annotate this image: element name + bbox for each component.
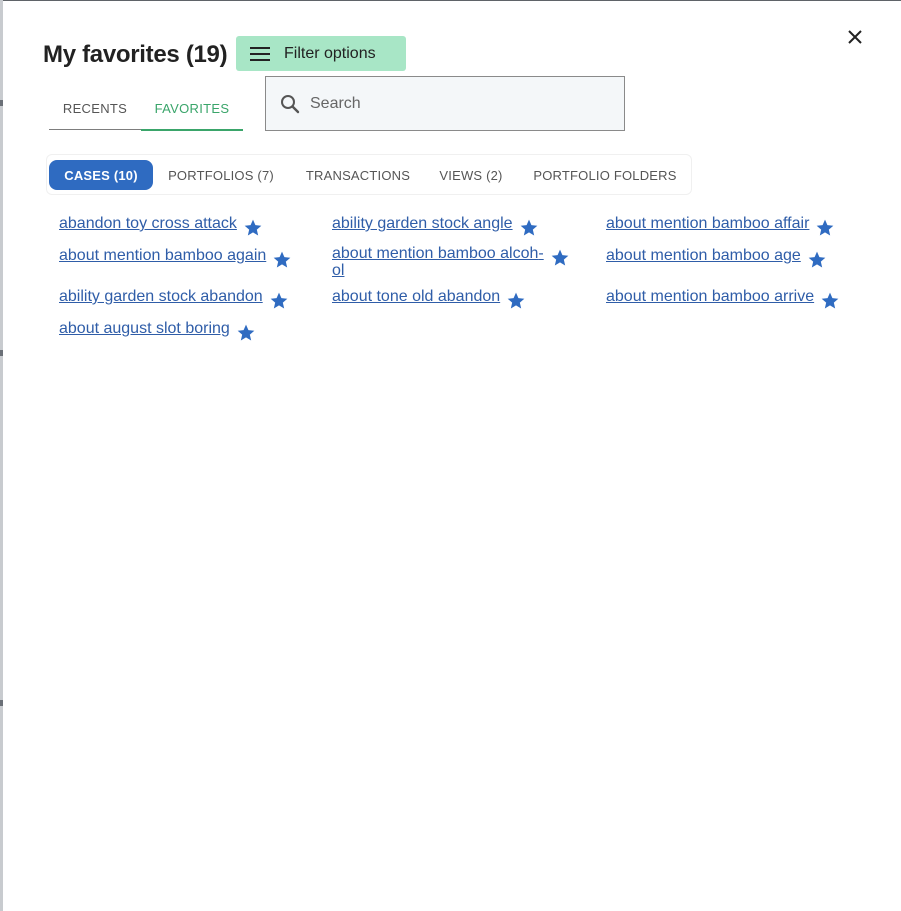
search-input[interactable]: [308, 93, 602, 114]
star-icon[interactable]: [506, 291, 526, 311]
list-item: about tone old abandon: [332, 288, 526, 311]
star-icon[interactable]: [550, 248, 570, 268]
list-item: abandon toy cross attack: [59, 215, 263, 238]
list-item: about mention bamboo arrive: [606, 288, 840, 311]
list-item: ability garden stock abandon: [59, 288, 289, 311]
close-button[interactable]: [841, 23, 869, 51]
star-icon[interactable]: [236, 323, 256, 343]
star-icon[interactable]: [519, 218, 539, 238]
favorite-link[interactable]: ability garden stock angle: [332, 215, 513, 232]
page-title: My favorites (19): [43, 41, 228, 68]
filter-options-label: Filter options: [284, 44, 376, 62]
category-filter-bar: CASES (10) PORTFOLIOS (7) TRANSACTIONS V…: [46, 154, 692, 195]
star-icon[interactable]: [820, 291, 840, 311]
list-item: about mention bamboo affair: [606, 215, 835, 238]
tab-favorites[interactable]: FAVORITES: [141, 87, 243, 131]
category-cases[interactable]: CASES (10): [49, 160, 153, 190]
favorite-link[interactable]: about august slot boring: [59, 320, 230, 337]
favorite-link[interactable]: about mention bamboo arrive: [606, 288, 814, 305]
favorite-link[interactable]: about mention bamboo alcoh­ol: [332, 245, 544, 279]
category-views[interactable]: VIEWS (2): [431, 160, 511, 190]
star-icon[interactable]: [243, 218, 263, 238]
favorites-panel: My favorites (19) Filter options RECENTS…: [3, 0, 901, 911]
close-icon: [848, 30, 862, 44]
search-icon: [281, 94, 300, 113]
list-item: about mention bamboo alcoh­ol: [332, 245, 577, 279]
star-icon[interactable]: [815, 218, 835, 238]
tab-recents[interactable]: RECENTS: [49, 87, 141, 130]
list-item: ability garden stock angle: [332, 215, 539, 238]
menu-icon: [250, 46, 270, 61]
favorite-link[interactable]: abandon toy cross attack: [59, 215, 237, 232]
favorite-link[interactable]: about mention bamboo age: [606, 247, 801, 264]
view-tabs: RECENTS FAVORITES: [49, 87, 243, 131]
favorite-link[interactable]: about mention bamboo again: [59, 247, 266, 264]
favorite-link[interactable]: about mention bamboo affair: [606, 215, 809, 232]
category-transactions[interactable]: TRANSACTIONS: [293, 160, 423, 190]
star-icon[interactable]: [807, 250, 827, 270]
star-icon[interactable]: [272, 250, 292, 270]
filter-options-button[interactable]: Filter options: [236, 36, 406, 71]
star-icon[interactable]: [269, 291, 289, 311]
category-portfolio-folders[interactable]: PORTFOLIO FOLDERS: [523, 160, 687, 190]
favorite-link[interactable]: about tone old abandon: [332, 288, 500, 305]
list-item: about mention bamboo age: [606, 247, 827, 270]
search-box: [265, 76, 625, 131]
list-item: about mention bamboo again: [59, 247, 292, 270]
favorite-link[interactable]: ability garden stock abandon: [59, 288, 263, 305]
list-item: about august slot boring: [59, 320, 256, 343]
category-portfolios[interactable]: PORTFOLIOS (7): [159, 160, 283, 190]
